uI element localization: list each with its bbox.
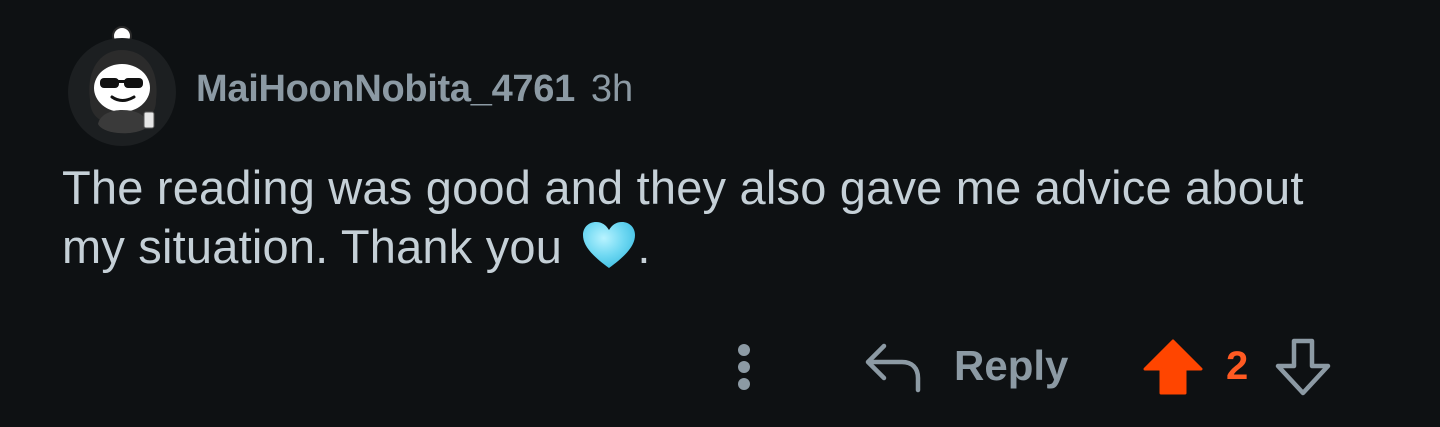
comment-timestamp: 3h: [590, 68, 634, 110]
reply-arrow-icon: [865, 343, 921, 393]
upvote-arrow-icon[interactable]: [1142, 338, 1204, 396]
comment-text: The reading was good and they also gave …: [62, 161, 1304, 273]
downvote-arrow-icon[interactable]: [1272, 336, 1334, 398]
light-blue-heart-icon: [583, 222, 636, 268]
reply-button[interactable]: Reply: [862, 336, 1068, 396]
comment-action-bar: Reply 2: [0, 332, 1440, 402]
reply-label: Reply: [954, 342, 1069, 389]
vote-score: 2: [1226, 344, 1249, 388]
username[interactable]: MaiHoonNobita_4761: [196, 68, 575, 111]
comment-header: MaiHoonNobita_4761 3h: [196, 68, 633, 111]
user-avatar[interactable]: [64, 26, 180, 146]
more-options-icon[interactable]: [724, 336, 764, 396]
comment-body: The reading was good and they also gave …: [62, 158, 1362, 276]
comment-trailing-punctuation: .: [637, 220, 651, 273]
